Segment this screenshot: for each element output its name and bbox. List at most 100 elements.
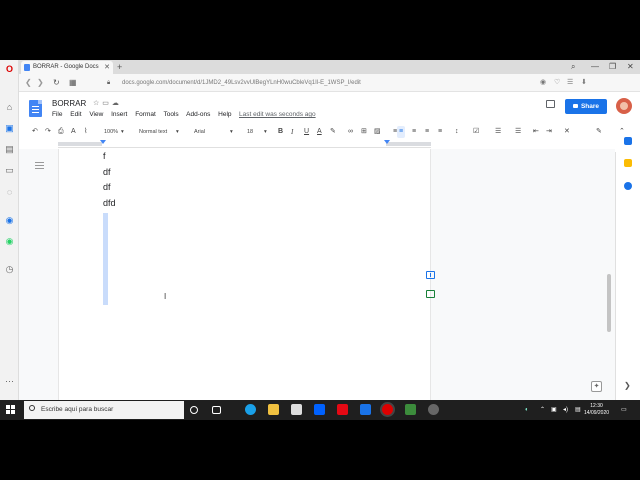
- bulleted-list-icon[interactable]: ☰: [495, 126, 501, 138]
- line-spacing-icon[interactable]: ↕: [455, 126, 459, 138]
- task-view-icon[interactable]: [212, 406, 221, 414]
- document-outline-icon[interactable]: [35, 162, 44, 169]
- mail-icon[interactable]: [360, 404, 371, 415]
- doc-line-3[interactable]: df: [103, 182, 111, 192]
- tab-close-icon[interactable]: ✕: [104, 61, 110, 74]
- align-center-icon[interactable]: ≡: [412, 126, 416, 138]
- justify-icon[interactable]: ≡: [438, 126, 442, 138]
- download-icon[interactable]: ⬇: [581, 74, 587, 92]
- zoom-chevron-down-icon[interactable]: ▾: [121, 126, 124, 138]
- new-tab-button[interactable]: +: [117, 60, 122, 74]
- comment-history-icon[interactable]: [546, 100, 555, 108]
- tray-chevron-up-icon[interactable]: ⌃: [540, 400, 545, 420]
- style-chevron-down-icon[interactable]: ▾: [176, 126, 179, 138]
- suggest-edits-side-icon[interactable]: [426, 290, 435, 298]
- undo-icon[interactable]: ↶: [32, 126, 38, 138]
- doc-line-4[interactable]: dfd: [103, 198, 116, 208]
- opera-logo-icon[interactable]: O: [4, 64, 15, 75]
- document-title[interactable]: BORRAR: [52, 99, 86, 108]
- expand-panel-chevron-right-icon[interactable]: ❯: [624, 382, 632, 390]
- add-comment-icon[interactable]: ⊞: [361, 126, 367, 138]
- italic-icon[interactable]: I: [291, 126, 293, 138]
- redo-icon[interactable]: ↷: [45, 126, 51, 138]
- camtasia-icon[interactable]: [405, 404, 416, 415]
- url-field[interactable]: docs.google.com/document/d/1JMD2_49Lsv2v…: [122, 77, 361, 89]
- menu-view[interactable]: View: [89, 111, 103, 118]
- zoom-select[interactable]: 100%: [104, 126, 118, 138]
- underline-icon[interactable]: U: [304, 126, 309, 138]
- file-explorer-icon[interactable]: [268, 404, 279, 415]
- maximize-button[interactable]: ❐: [609, 60, 616, 74]
- menu-addons[interactable]: Add-ons: [186, 111, 210, 118]
- move-folder-icon[interactable]: ▭: [102, 100, 112, 107]
- secure-lock-icon[interactable]: 🔒︎: [107, 74, 110, 92]
- hide-menus-chevron-up-icon[interactable]: ⌃: [619, 126, 625, 138]
- speed-dial-icon[interactable]: ▣: [4, 123, 15, 134]
- size-chevron-down-icon[interactable]: ▾: [264, 126, 267, 138]
- keep-icon[interactable]: [624, 159, 632, 167]
- calendar-icon[interactable]: [624, 137, 632, 145]
- explore-button[interactable]: ✦: [591, 381, 602, 392]
- taskbar-search-input[interactable]: Escribe aquí para buscar: [24, 401, 184, 419]
- ruler[interactable]: [58, 140, 431, 148]
- tray-app-icon[interactable]: ◐: [525, 400, 529, 420]
- align-left-active-icon[interactable]: ≡: [397, 126, 406, 138]
- document-page[interactable]: f df df dfd I: [58, 149, 431, 400]
- notifications-icon[interactable]: ▭: [621, 400, 627, 420]
- dropbox-icon[interactable]: [314, 404, 325, 415]
- vertical-scrollbar[interactable]: [607, 274, 611, 332]
- left-indent-marker[interactable]: [100, 140, 106, 144]
- camera-icon[interactable]: ◉: [540, 74, 546, 92]
- increase-indent-icon[interactable]: ⇥: [546, 126, 552, 138]
- menu-insert[interactable]: Insert: [111, 111, 127, 118]
- last-edit-link[interactable]: Last edit was seconds ago: [239, 111, 316, 118]
- right-indent-marker[interactable]: [384, 140, 390, 144]
- reload-icon[interactable]: ↻: [53, 74, 60, 92]
- menu-format[interactable]: Format: [135, 111, 156, 118]
- decrease-indent-icon[interactable]: ⇤: [533, 126, 539, 138]
- highlight-icon[interactable]: ✎: [330, 126, 336, 138]
- spellcheck-icon[interactable]: A: [71, 126, 76, 138]
- forward-icon[interactable]: ❯: [37, 74, 44, 92]
- bold-icon[interactable]: B: [278, 126, 283, 138]
- numbered-list-icon[interactable]: ☰: [515, 126, 521, 138]
- add-comment-side-icon[interactable]: [426, 271, 435, 279]
- news-icon[interactable]: ▭: [4, 165, 15, 176]
- link-icon[interactable]: ∞: [348, 126, 353, 138]
- obs-icon[interactable]: [428, 404, 439, 415]
- print-icon[interactable]: ⎙: [58, 126, 64, 138]
- align-right-icon[interactable]: ≡: [425, 126, 429, 138]
- minimize-button[interactable]: —: [591, 60, 599, 74]
- back-icon[interactable]: ❮: [25, 74, 32, 92]
- doc-line-2[interactable]: df: [103, 167, 111, 177]
- paint-format-icon[interactable]: ⌇: [84, 126, 87, 138]
- cortana-icon[interactable]: [190, 406, 198, 414]
- font-chevron-down-icon[interactable]: ▾: [230, 126, 233, 138]
- search-tabs-icon[interactable]: ⌕: [571, 60, 575, 74]
- bag-icon[interactable]: ▤: [4, 144, 15, 155]
- font-size-select[interactable]: 18: [247, 126, 253, 138]
- doc-line-1[interactable]: f: [103, 151, 106, 161]
- bookmark-heart-icon[interactable]: ♡: [554, 74, 560, 92]
- docs-logo-icon[interactable]: [29, 100, 42, 117]
- menu-tools[interactable]: Tools: [163, 111, 178, 118]
- store-icon[interactable]: [291, 404, 302, 415]
- speed-dial-grid-icon[interactable]: ▦: [69, 74, 77, 92]
- tasks-icon[interactable]: [624, 182, 632, 190]
- language-icon[interactable]: ▤: [575, 400, 581, 420]
- messenger-icon[interactable]: ◉: [4, 215, 15, 226]
- edge-icon[interactable]: [245, 404, 256, 415]
- share-button[interactable]: Share: [565, 99, 607, 114]
- network-icon[interactable]: ▣: [551, 400, 557, 420]
- font-select[interactable]: Arial: [194, 126, 205, 138]
- more-icon[interactable]: ⋯: [4, 376, 15, 387]
- history-icon[interactable]: ◷: [4, 264, 15, 275]
- avatar[interactable]: [616, 98, 632, 114]
- home-icon[interactable]: ⌂: [4, 102, 15, 113]
- volume-icon[interactable]: ◂): [563, 400, 568, 420]
- insert-image-icon[interactable]: ▨: [374, 126, 381, 138]
- easy-setup-icon[interactable]: ☰: [567, 74, 573, 92]
- editing-mode-icon[interactable]: ✎: [596, 126, 602, 138]
- menu-help[interactable]: Help: [218, 111, 231, 118]
- opera-taskbar-icon[interactable]: [382, 404, 393, 415]
